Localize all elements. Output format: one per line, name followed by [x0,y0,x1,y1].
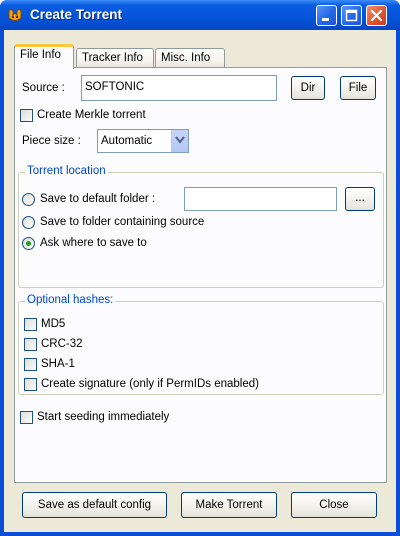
sha1-checkbox[interactable] [24,358,37,371]
md5-label: MD5 [41,318,66,330]
tab-tracker-info[interactable]: Tracker Info [76,48,154,68]
crc32-checkbox[interactable] [24,338,37,351]
radio-source-folder[interactable] [22,216,35,229]
sha1-label: SHA-1 [41,358,75,370]
source-label: Source : [22,82,65,94]
radio-ask-where[interactable] [22,237,35,250]
default-folder-label: Save to default folder : [40,193,156,205]
torrent-app-icon [7,7,24,23]
radio-default-folder[interactable] [22,193,35,206]
chevron-down-icon [175,136,185,144]
dir-button[interactable]: Dir [291,76,325,100]
tab-label: Tracker Info [82,52,143,64]
dialog-client-area: File Info Tracker Info Misc. Info Source… [4,30,396,532]
piece-size-value: Automatic [101,135,153,147]
crc32-label: CRC-32 [41,338,83,350]
dropdown-arrow[interactable] [171,130,188,152]
torrent-location-title: Torrent location [25,165,108,177]
signature-label: Create signature (only if PermIDs enable… [41,378,259,390]
close-window-button[interactable] [366,5,387,26]
optional-hashes-title: Optional hashes: [25,294,116,306]
save-default-config-button[interactable]: Save as default config [22,492,167,518]
optional-hashes-group: Optional hashes: MD5 CRC-32 SHA-1 Create… [18,294,384,395]
tab-label: File Info [20,49,61,61]
close-button[interactable]: Close [291,492,377,518]
md5-checkbox[interactable] [24,318,37,331]
make-torrent-button[interactable]: Make Torrent [181,492,277,518]
tab-file-info[interactable]: File Info [14,44,74,69]
radio-selected-dot [26,241,31,246]
maximize-button[interactable] [341,5,362,26]
merkle-checkbox[interactable] [20,109,33,122]
start-seeding-checkbox[interactable] [20,411,33,424]
maximize-icon [345,9,358,22]
piece-size-label: Piece size : [22,135,81,147]
signature-checkbox[interactable] [24,378,37,391]
tab-label: Misc. Info [161,52,211,64]
create-torrent-window: Create Torrent File Info Tracker Info Mi… [0,0,400,536]
ask-where-label: Ask where to save to [40,237,147,249]
source-folder-label: Save to folder containing source [40,216,205,228]
close-icon [370,9,383,22]
file-info-panel: Source : SOFTONIC Dir File Create Merkle… [14,67,387,483]
minimize-icon [322,18,329,21]
source-input[interactable]: SOFTONIC [81,75,277,101]
default-folder-input[interactable] [184,187,337,211]
file-button[interactable]: File [340,76,376,100]
piece-size-select[interactable]: Automatic [97,129,189,153]
merkle-label: Create Merkle torrent [37,109,146,121]
start-seeding-label: Start seeding immediately [37,411,170,423]
tab-misc-info[interactable]: Misc. Info [155,48,225,68]
minimize-button[interactable] [316,5,337,26]
window-title: Create Torrent [30,7,123,22]
title-bar[interactable]: Create Torrent [0,0,400,30]
torrent-location-group: Torrent location Save to default folder … [18,165,384,288]
browse-button[interactable]: ... [345,187,375,211]
